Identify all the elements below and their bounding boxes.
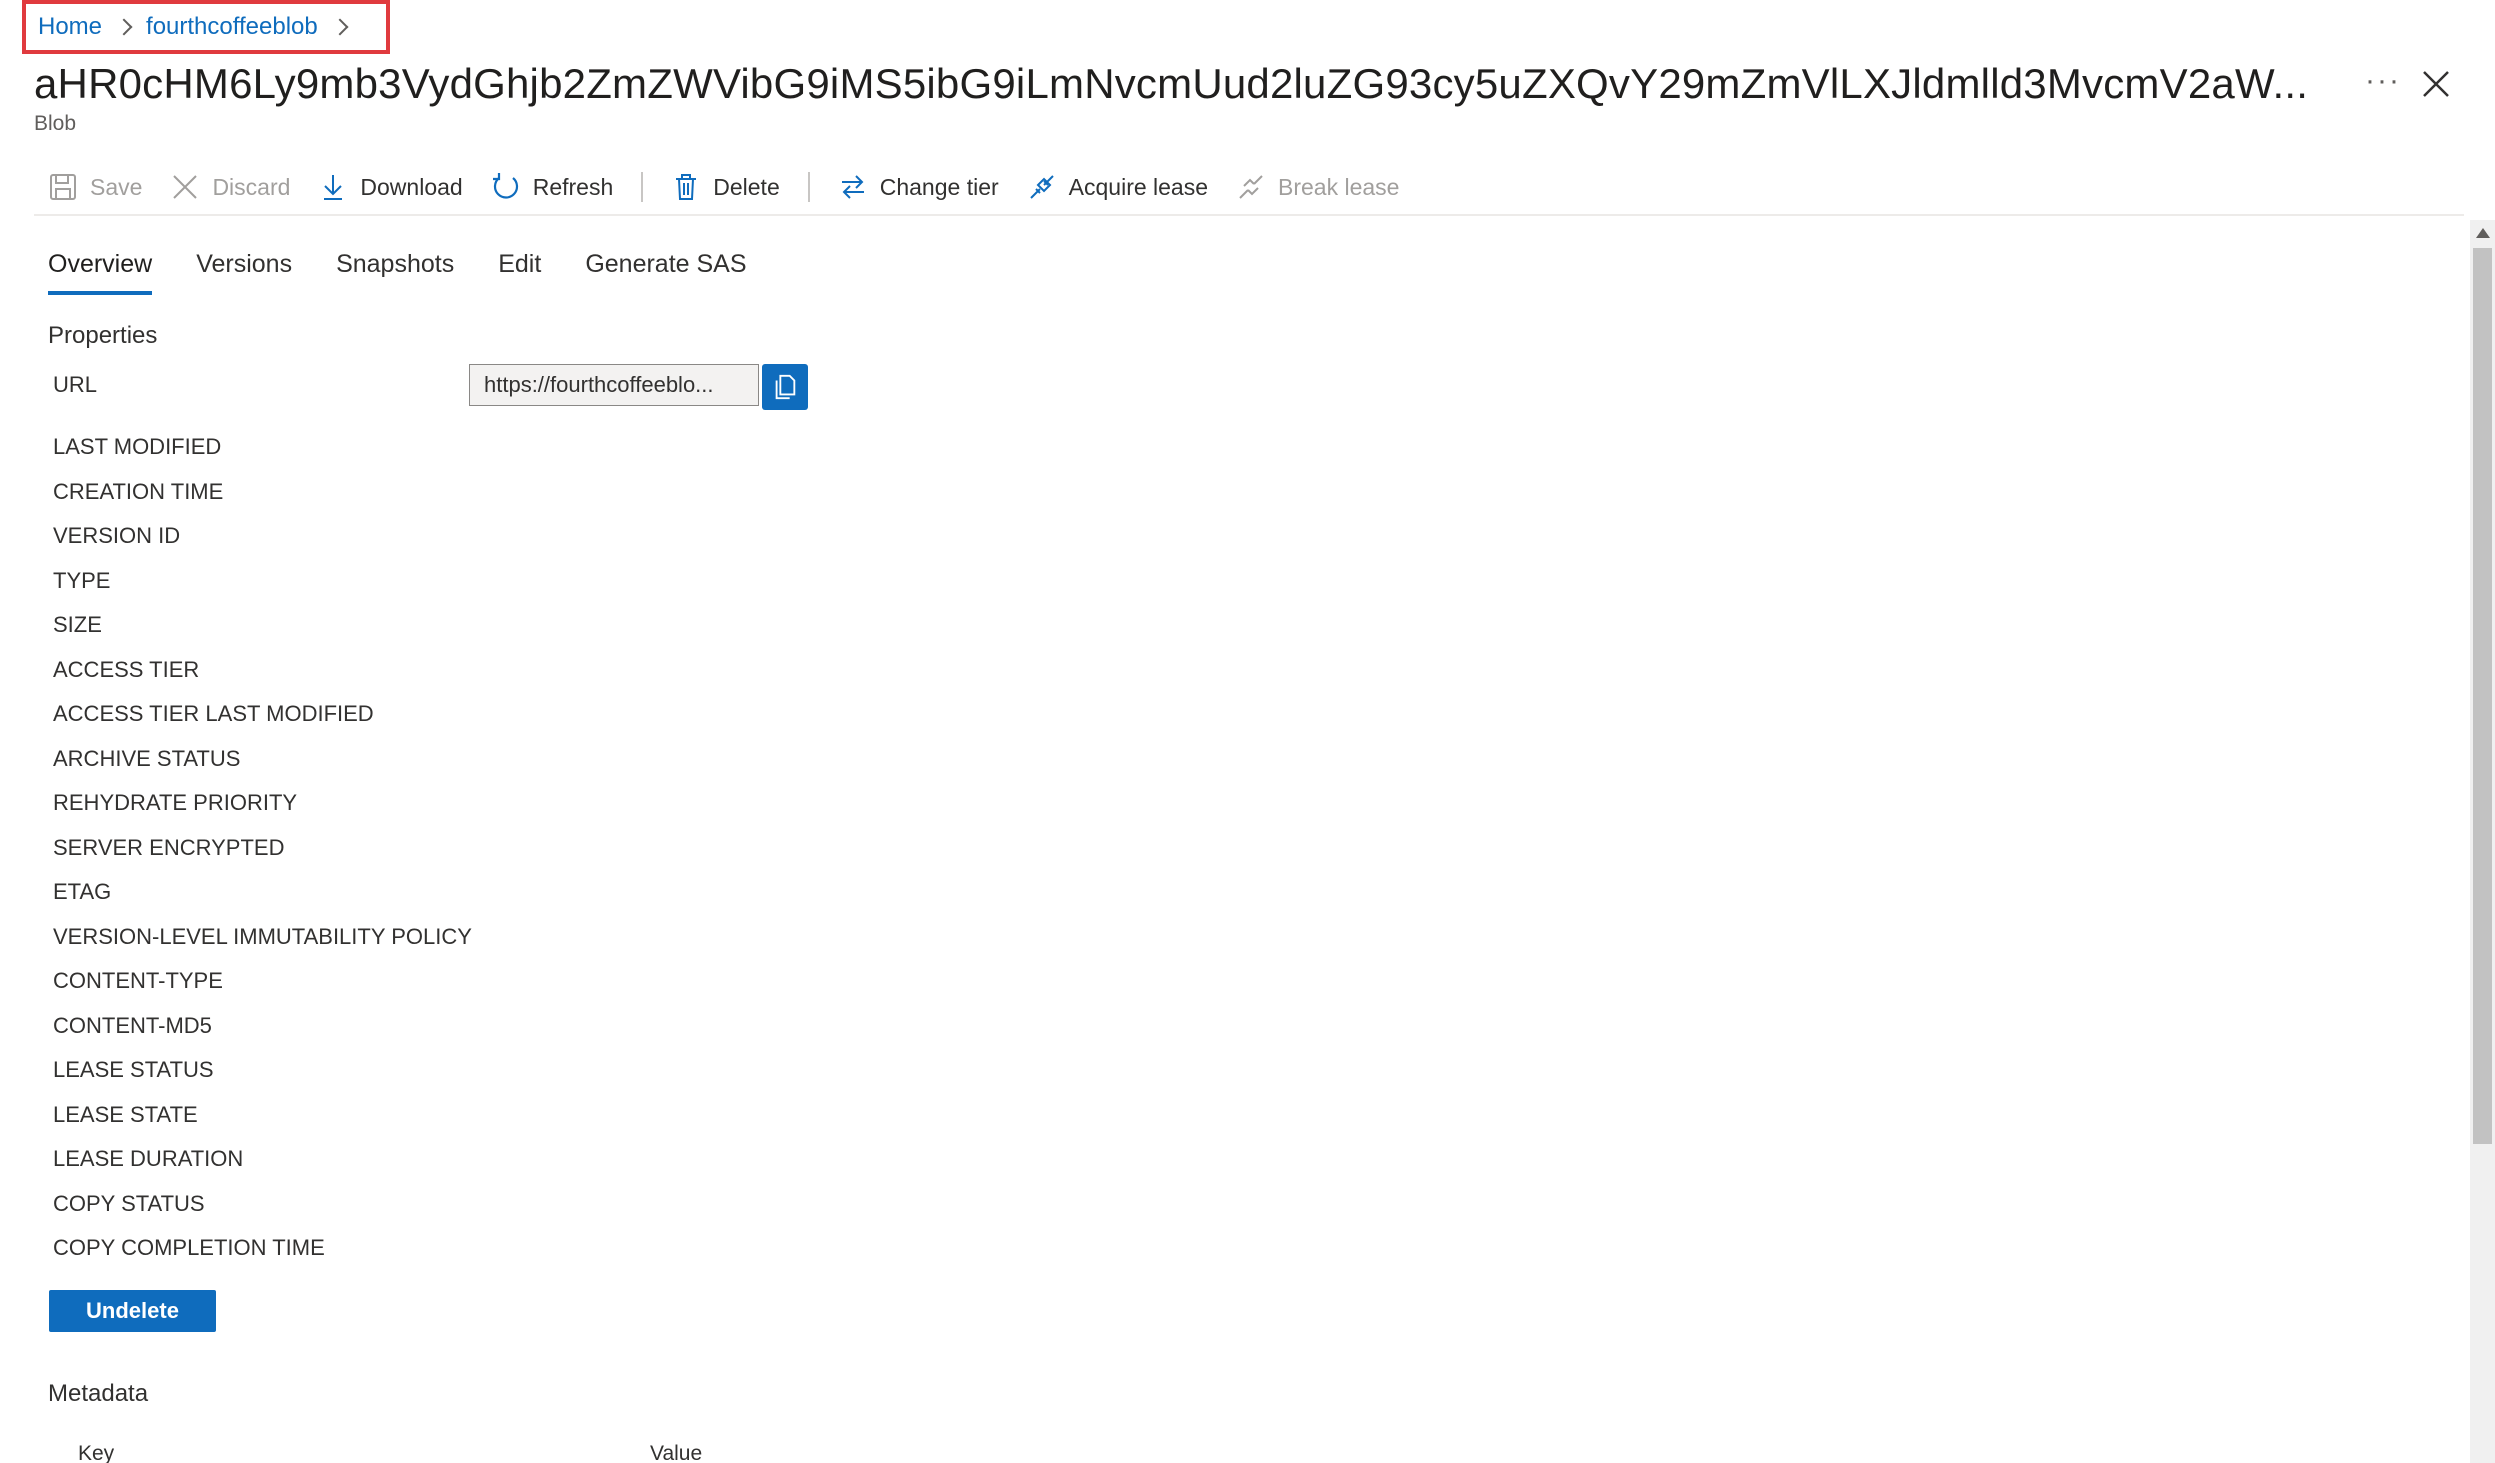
url-label: URL <box>53 372 98 397</box>
breadcrumb-container-link[interactable]: fourthcoffeeblob <box>146 13 318 41</box>
property-label: SERVER ENCRYPTED <box>53 834 285 860</box>
download-label: Download <box>360 173 463 200</box>
delete-button[interactable]: Delete <box>657 159 793 215</box>
property-label: ARCHIVE STATUS <box>53 745 241 771</box>
property-label: COPY COMPLETION TIME <box>53 1235 325 1260</box>
save-icon <box>50 174 76 200</box>
break-lease-button[interactable]: Break lease <box>1222 159 1413 215</box>
download-icon <box>324 175 343 200</box>
property-label: ETAG <box>53 879 112 904</box>
tab-overview[interactable]: Overview <box>48 250 153 295</box>
copy-url-button[interactable] <box>762 364 808 410</box>
swap-arrows-icon <box>841 175 864 199</box>
delete-label: Delete <box>713 173 780 200</box>
refresh-icon <box>492 173 518 199</box>
undelete-button[interactable]: Undelete <box>49 1290 216 1332</box>
scrollbar-thumb[interactable] <box>2473 248 2492 1144</box>
toolbar-divider <box>641 172 644 202</box>
breadcrumb: Home fourthcoffeeblob <box>22 0 390 54</box>
scroll-up-arrow-icon[interactable] <box>2476 228 2490 238</box>
page-subtitle: Blob <box>34 112 77 135</box>
vertical-scrollbar[interactable] <box>2470 220 2495 1463</box>
discard-icon <box>173 175 198 199</box>
property-label: VERSION ID <box>53 523 181 548</box>
chevron-right-icon <box>115 18 133 36</box>
refresh-button[interactable]: Refresh <box>477 159 628 215</box>
property-label: SIZE <box>53 612 102 637</box>
property-label: CONTENT-TYPE <box>53 968 223 993</box>
property-label: CONTENT-MD5 <box>53 1012 212 1038</box>
chevron-right-icon[interactable] <box>331 18 349 36</box>
trash-icon <box>676 174 697 200</box>
change-tier-label: Change tier <box>879 173 999 200</box>
link-icon <box>1029 175 1054 199</box>
property-label: LEASE DURATION <box>53 1146 244 1171</box>
property-label: COPY STATUS <box>53 1190 205 1216</box>
more-options-button[interactable]: ··· <box>2365 64 2401 98</box>
change-tier-button[interactable]: Change tier <box>824 159 1013 215</box>
property-label: TYPE <box>53 567 111 593</box>
close-icon[interactable] <box>2420 68 2452 100</box>
property-label: VERSION-LEVEL IMMUTABILITY POLICY <box>53 923 472 949</box>
discard-label: Discard <box>212 173 291 200</box>
property-label: REHYDRATE PRIORITY <box>53 790 298 815</box>
broken-link-icon <box>1239 175 1263 199</box>
property-label: CREATION TIME <box>53 478 224 504</box>
metadata-value-header: Value <box>650 1442 703 1463</box>
breadcrumb-home-link[interactable]: Home <box>38 13 102 41</box>
acquire-lease-label: Acquire lease <box>1068 173 1209 200</box>
tab-versions[interactable]: Versions <box>196 250 292 295</box>
command-bar: Save Discard Download Refresh Delete Cha… <box>34 160 2464 216</box>
tab-edit[interactable]: Edit <box>498 250 541 295</box>
acquire-lease-button[interactable]: Acquire lease <box>1013 159 1222 215</box>
copy-icon <box>775 374 796 400</box>
metadata-heading: Metadata <box>48 1380 149 1407</box>
toolbar-divider <box>807 172 810 202</box>
page-title: aHR0cHM6Ly9mb3VydGhjb2ZmZWVibG9iMS5ibG9i… <box>34 60 2309 107</box>
metadata-key-header: Key <box>78 1442 115 1463</box>
tab-snapshots[interactable]: Snapshots <box>336 250 454 295</box>
save-label: Save <box>90 173 143 200</box>
discard-button[interactable]: Discard <box>156 159 304 215</box>
save-button[interactable]: Save <box>34 159 156 215</box>
property-label: LAST MODIFIED <box>53 434 222 459</box>
blob-properties-page: Home fourthcoffeeblob aHR0cHM6Ly9mb3VydG… <box>0 0 2495 1463</box>
download-button[interactable]: Download <box>304 159 476 215</box>
property-label: LEASE STATE <box>53 1101 198 1127</box>
tab-generate-sas[interactable]: Generate SAS <box>585 250 746 295</box>
url-value-field[interactable]: https://fourthcoffeeblo... <box>469 364 759 406</box>
tab-bar: Overview Versions Snapshots Edit Generat… <box>48 250 747 295</box>
property-label: ACCESS TIER LAST MODIFIED <box>53 701 374 726</box>
property-label: ACCESS TIER <box>53 656 200 682</box>
property-label: LEASE STATUS <box>53 1057 214 1082</box>
property-list: LAST MODIFIED CREATION TIME VERSION ID T… <box>53 425 472 1271</box>
break-lease-label: Break lease <box>1278 173 1400 200</box>
refresh-label: Refresh <box>532 173 614 200</box>
properties-heading: Properties <box>48 322 158 349</box>
